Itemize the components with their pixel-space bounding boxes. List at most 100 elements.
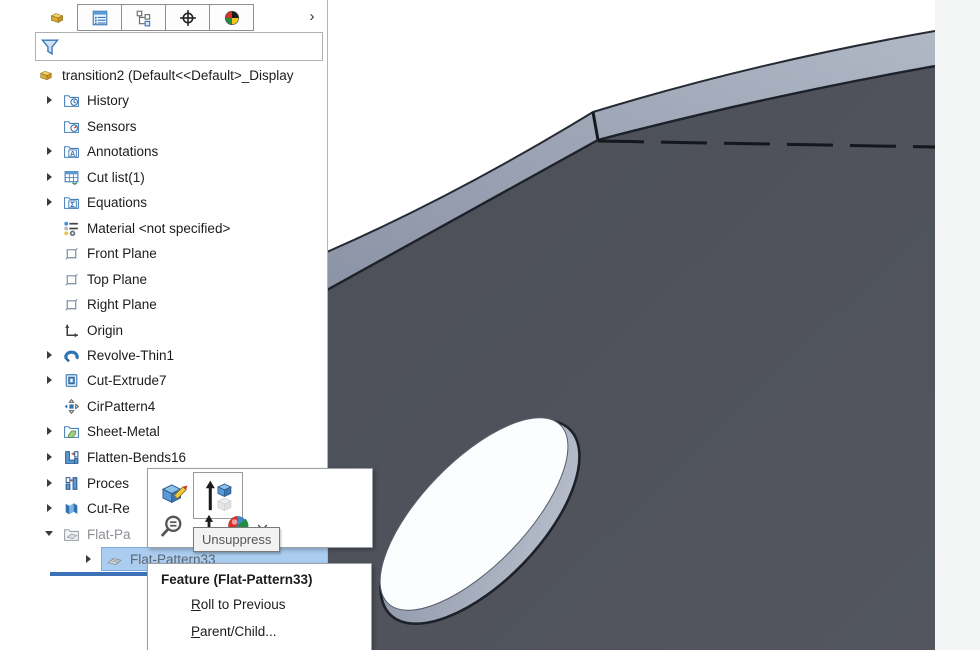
cutlist-icon: [62, 169, 81, 186]
tree-item-label: Origin: [87, 323, 123, 338]
context-menu-header: Feature (Flat-Pattern33): [148, 564, 371, 591]
tree-item-label: Sensors: [87, 119, 137, 134]
tree-item-label: Sheet-Metal: [87, 424, 160, 439]
plane-icon: [62, 245, 81, 262]
origin-icon: [62, 322, 81, 339]
material-icon: [62, 220, 81, 237]
tree-item-label: CirPattern4: [87, 399, 155, 414]
flat-pattern-icon: [105, 551, 124, 568]
flatten-bends-icon: [62, 449, 81, 466]
tree-item-label: transition2 (Default<<Default>_Display: [62, 68, 294, 83]
tree-item-material[interactable]: Material <not specified>: [62, 217, 230, 239]
menu-item-parent-child[interactable]: Parent/Child...: [148, 618, 371, 645]
expand-arrow[interactable]: [47, 351, 52, 359]
edit-feature-button[interactable]: [156, 475, 190, 511]
menu-item-roll-to-previous[interactable]: Roll to Previous: [148, 591, 371, 618]
tree-item-revolve-thin1[interactable]: Revolve-Thin1: [62, 344, 174, 366]
displaymanager-icon: [222, 9, 242, 27]
part-icon: [36, 67, 56, 84]
right-gutter: [935, 0, 980, 650]
tree-item-equations[interactable]: Σ Equations: [62, 191, 147, 213]
sheet-metal-model: [327, 0, 935, 650]
expand-arrow[interactable]: [47, 198, 52, 206]
tree-item-label: Cut list(1): [87, 170, 145, 185]
tab-dimxpert[interactable]: [165, 4, 210, 31]
tree-item-label: Cut-Extrude7: [87, 373, 167, 388]
tree-item-cutlist[interactable]: Cut list(1): [62, 166, 145, 188]
featuremanager-part-icon: [46, 9, 68, 27]
tree-item-origin[interactable]: Origin: [62, 319, 123, 341]
expand-arrow[interactable]: [47, 427, 52, 435]
tree-filter-input[interactable]: [35, 32, 323, 61]
collapse-arrow[interactable]: [45, 531, 53, 536]
svg-text:A: A: [70, 150, 75, 157]
history-folder-icon: [62, 92, 81, 109]
tree-item-label: Proces: [87, 476, 129, 491]
tab-displaymanager[interactable]: [209, 4, 254, 31]
plane-icon: [62, 296, 81, 313]
tree-item-label: History: [87, 93, 129, 108]
expand-arrow[interactable]: [47, 96, 52, 104]
tab-configurationmanager[interactable]: [121, 4, 166, 31]
tree-item-label: Top Plane: [87, 272, 147, 287]
tree-item-label: Front Plane: [87, 246, 157, 261]
tabs-overflow-chevron[interactable]: ›: [303, 6, 321, 26]
expand-arrow[interactable]: [47, 173, 52, 181]
tree-item-process-bends[interactable]: Proces: [62, 472, 129, 494]
tree-item-label: Equations: [87, 195, 147, 210]
expand-arrow[interactable]: [47, 376, 52, 384]
tab-propertymanager[interactable]: [77, 4, 122, 31]
cirpattern-icon: [62, 398, 81, 415]
tree-item-root[interactable]: transition2 (Default<<Default>_Display: [36, 64, 294, 86]
tree-item-top-plane[interactable]: Top Plane: [62, 268, 147, 290]
tree-item-label: Right Plane: [87, 297, 157, 312]
expand-arrow[interactable]: [47, 147, 52, 155]
tree-item-right-plane[interactable]: Right Plane: [62, 293, 157, 315]
expand-arrow[interactable]: [47, 479, 52, 487]
edit-feature-icon: [158, 478, 188, 508]
tooltip-text: Unsuppress: [202, 532, 271, 547]
filter-funnel-icon: [39, 36, 61, 58]
process-bends-icon: [62, 475, 81, 492]
featuremanager-panel: › transition2 (Default<<Default>_Display: [0, 0, 328, 650]
tree-item-flat-pattern-folder[interactable]: Flat-Pa: [62, 523, 131, 545]
tree-item-history[interactable]: History: [62, 89, 129, 111]
tree-item-label: Cut-Re: [87, 501, 130, 516]
flat-pattern-folder-icon: [62, 526, 81, 543]
annotations-folder-icon: A: [62, 143, 81, 160]
configurationmanager-icon: [134, 9, 154, 27]
model-viewport[interactable]: [327, 0, 935, 650]
tree-item-front-plane[interactable]: Front Plane: [62, 242, 157, 264]
equations-folder-icon: Σ: [62, 194, 81, 211]
expand-arrow[interactable]: [47, 504, 52, 512]
tree-item-label: Flat-Pa: [87, 527, 131, 542]
tree-item-label: Flatten-Bends16: [87, 450, 186, 465]
magnify-button[interactable]: [156, 511, 188, 543]
cut-extrude-icon: [62, 372, 81, 389]
tree-item-cirpattern4[interactable]: CirPattern4: [62, 395, 155, 417]
plane-icon: [62, 271, 81, 288]
tab-featuremanager[interactable]: [35, 4, 78, 31]
cut-revolve-icon: [62, 500, 81, 517]
expand-arrow[interactable]: [86, 555, 91, 563]
expand-arrow[interactable]: [47, 453, 52, 461]
tree-item-flatten-bends16[interactable]: Flatten-Bends16: [62, 446, 186, 468]
sensors-folder-icon: [62, 118, 81, 135]
tree-item-cut-extrude7[interactable]: Cut-Extrude7: [62, 369, 167, 391]
tree-item-annotations[interactable]: A Annotations: [62, 140, 158, 162]
unsuppress-icon: [201, 478, 235, 514]
sheetmetal-folder-icon: [62, 423, 81, 440]
revolve-icon: [62, 347, 81, 364]
tree-item-cut-revolve[interactable]: Cut-Re: [62, 497, 130, 519]
tree-item-sensors[interactable]: Sensors: [62, 115, 137, 137]
panel-tabs: [35, 4, 254, 31]
magnify-icon: [158, 513, 186, 541]
dimxpert-icon: [178, 9, 198, 27]
svg-text:Σ: Σ: [70, 199, 75, 208]
tree-item-sheet-metal[interactable]: Sheet-Metal: [62, 420, 160, 442]
tree-item-label: Annotations: [87, 144, 158, 159]
propertymanager-icon: [90, 9, 110, 27]
context-menu: Feature (Flat-Pattern33) Roll to Previou…: [147, 563, 372, 650]
tree-item-label: Revolve-Thin1: [87, 348, 174, 363]
solidworks-window: › transition2 (Default<<Default>_Display: [0, 0, 980, 650]
